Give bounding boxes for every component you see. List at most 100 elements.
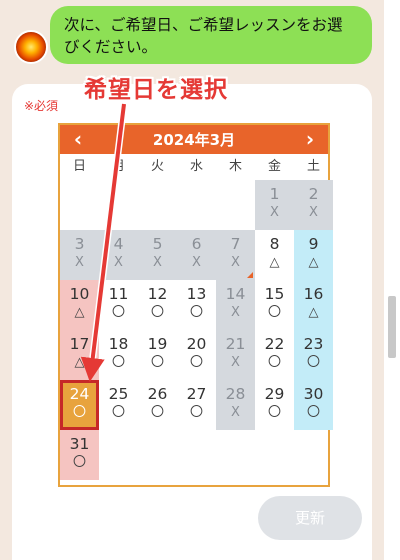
day-number: 16 [303, 285, 324, 303]
availability-mark: X [231, 255, 240, 270]
calendar-day[interactable]: 31 〇 [60, 430, 99, 480]
calendar-day[interactable]: 30 〇 [294, 380, 333, 430]
day-number: 8 [269, 235, 280, 253]
availability-mark: X [114, 255, 123, 270]
availability-mark: 〇 [267, 305, 281, 320]
calendar-day: 1X [255, 180, 294, 230]
availability-mark: 〇 [72, 405, 86, 420]
day-number: 31 [69, 435, 90, 453]
availability-mark: △ [269, 255, 280, 270]
availability-mark: △ [74, 355, 85, 370]
calendar-day[interactable]: 11 〇 [99, 280, 138, 330]
update-button[interactable]: 更新 [258, 496, 362, 540]
weekday-label: 土 [306, 159, 320, 174]
calendar-day: 2X [294, 180, 333, 230]
day-number: 12 [147, 285, 168, 303]
chevron-right-icon[interactable]: › [298, 127, 322, 151]
calendar-day[interactable]: 27 〇 [177, 380, 216, 430]
scrollbar-thumb[interactable] [388, 296, 396, 358]
availability-mark: 〇 [189, 305, 203, 320]
weekday-label: 日 [72, 159, 86, 174]
bot-avatar [14, 30, 48, 64]
availability-mark: X [231, 355, 240, 370]
availability-mark: 〇 [306, 405, 320, 420]
calendar-day: 3X [60, 230, 99, 280]
day-number: 1 [269, 185, 280, 203]
availability-mark: X [231, 405, 240, 420]
availability-mark: 〇 [267, 405, 281, 420]
availability-mark: 〇 [267, 355, 281, 370]
calendar-day: 6X [177, 230, 216, 280]
day-number: 4 [113, 235, 124, 253]
availability-mark: △ [308, 255, 319, 270]
day-number: 9 [308, 235, 319, 253]
day-number: 2 [308, 185, 319, 203]
calendar-day[interactable]: 17 △ [60, 330, 99, 380]
day-number: 18 [108, 335, 129, 353]
day-number: 21 [225, 335, 246, 353]
availability-mark: X [270, 205, 279, 220]
availability-mark: 〇 [306, 355, 320, 370]
scrollbar-track[interactable] [384, 0, 400, 560]
day-number: 11 [108, 285, 129, 303]
calendar-day[interactable]: 8 △ [255, 230, 294, 280]
calendar-day[interactable]: 23 〇 [294, 330, 333, 380]
availability-mark: 〇 [111, 305, 125, 320]
required-label: ※必須 [24, 99, 59, 113]
calendar-day: 28 X [216, 380, 255, 430]
weekday-label: 金 [267, 159, 281, 174]
calendar-day: 14 X [216, 280, 255, 330]
calendar-day[interactable]: 16 △ [294, 280, 333, 330]
availability-mark: X [231, 305, 240, 320]
day-number: 15 [264, 285, 285, 303]
day-number: 7 [230, 235, 241, 253]
calendar-day[interactable]: 12 〇 [138, 280, 177, 330]
calendar-day: 21 X [216, 330, 255, 380]
availability-mark: 〇 [111, 355, 125, 370]
day-number: 20 [186, 335, 207, 353]
day-number: 5 [152, 235, 163, 253]
weekday-label: 木 [228, 159, 242, 174]
calendar-month-title: 2024年3月 [152, 131, 236, 149]
calendar-day[interactable]: 9 △ [294, 230, 333, 280]
calendar-day: 5X [138, 230, 177, 280]
day-number: 26 [147, 385, 168, 403]
availability-mark: X [75, 255, 84, 270]
day-number: 29 [264, 385, 285, 403]
weekday-label: 月 [111, 159, 125, 174]
calendar-day[interactable]: 13 〇 [177, 280, 216, 330]
availability-mark: 〇 [150, 305, 164, 320]
day-number: 13 [186, 285, 207, 303]
availability-mark: 〇 [111, 405, 125, 420]
calendar-day-selected[interactable]: 24 〇 [60, 380, 99, 430]
day-number: 17 [69, 335, 90, 353]
day-number: 6 [191, 235, 202, 253]
calendar-day[interactable]: 18 〇 [99, 330, 138, 380]
availability-mark: 〇 [150, 355, 164, 370]
calendar-day[interactable]: 15 〇 [255, 280, 294, 330]
availability-mark: X [153, 255, 162, 270]
calendar-day: 4X [99, 230, 138, 280]
availability-mark: X [192, 255, 201, 270]
calendar-header: ‹ 2024年3月 › [60, 125, 328, 154]
calendar-day[interactable]: 10 △ [60, 280, 99, 330]
calendar-day[interactable]: 22 〇 [255, 330, 294, 380]
day-number: 30 [303, 385, 324, 403]
day-number: 27 [186, 385, 207, 403]
day-number: 19 [147, 335, 168, 353]
availability-mark: 〇 [150, 405, 164, 420]
day-number: 23 [303, 335, 324, 353]
weekday-label: 水 [189, 159, 203, 174]
day-number: 28 [225, 385, 246, 403]
day-number: 10 [69, 285, 90, 303]
availability-mark: 〇 [189, 405, 203, 420]
calendar-day[interactable]: 29 〇 [255, 380, 294, 430]
calendar-day[interactable]: 25 〇 [99, 380, 138, 430]
annotation-label: 希望日を選択 [84, 77, 228, 103]
weekday-label: 火 [150, 159, 164, 174]
calendar: ‹ 2024年3月 › 日月火水木金土 1 X 2 X 3 X 4 X 5 X 6 X 7 X 8 △ 9 △ 10… [58, 123, 333, 487]
calendar-day[interactable]: 20 〇 [177, 330, 216, 380]
day-number: 3 [74, 235, 85, 253]
calendar-day[interactable]: 19 〇 [138, 330, 177, 380]
calendar-day[interactable]: 26 〇 [138, 380, 177, 430]
